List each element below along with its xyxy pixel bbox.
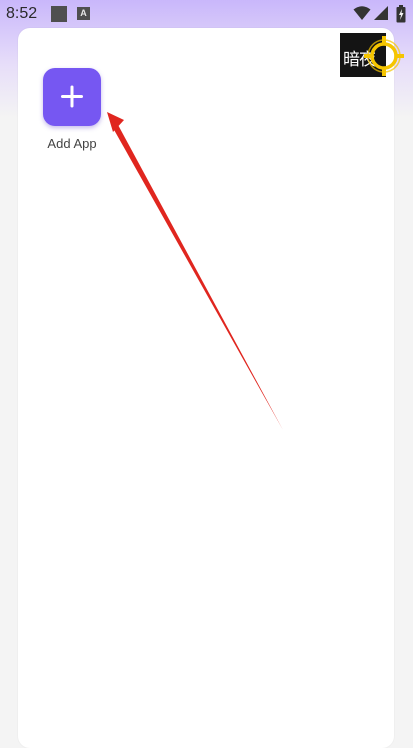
add-app-button[interactable]	[43, 68, 101, 126]
a-app-icon: A	[77, 7, 90, 20]
add-app-label: Add App	[47, 136, 97, 151]
signal-icon	[374, 6, 388, 20]
status-bar: 8:52 A	[0, 0, 413, 28]
media-icon	[51, 6, 67, 22]
plus-icon	[61, 85, 83, 108]
wifi-icon	[353, 6, 371, 20]
status-time: 8:52	[6, 5, 38, 22]
target-ring-icon	[364, 36, 404, 76]
battery-icon	[396, 5, 406, 23]
